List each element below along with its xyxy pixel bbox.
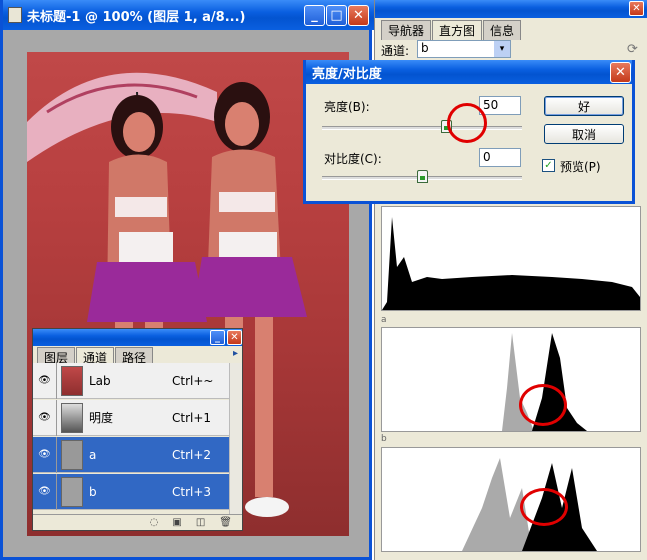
histogram-titlebar[interactable]: ✕ — [375, 0, 647, 18]
maximize-button[interactable]: □ — [326, 5, 347, 26]
minimize-button[interactable]: _ — [304, 5, 325, 26]
load-selection-icon[interactable]: ◌ — [150, 517, 159, 528]
chevron-down-icon[interactable]: ▾ — [494, 41, 510, 57]
dialog-titlebar[interactable]: 亮度/对比度 ✕ — [306, 60, 632, 84]
eye-icon[interactable]: 👁 — [33, 362, 57, 399]
highlight-circle — [447, 103, 487, 143]
contrast-input[interactable]: 0 — [479, 148, 521, 167]
channels-bottom-bar: ◌ ▣ ◫ 🗑 — [33, 514, 242, 530]
minimize-icon[interactable]: _ — [210, 330, 225, 345]
highlight-circle — [520, 488, 568, 526]
channels-panel: _ ✕ 图层 通道 路径 ▸ 👁 Lab Ctrl+~ 👁 明度 Ctrl+1 … — [32, 328, 243, 531]
channel-row-a[interactable]: 👁 a Ctrl+2 — [33, 436, 242, 473]
channels-scrollbar[interactable] — [229, 363, 242, 515]
new-channel-icon[interactable]: ◫ — [196, 517, 205, 528]
channel-row-lab[interactable]: 👁 Lab Ctrl+~ — [33, 362, 242, 399]
document-titlebar[interactable]: 未标题-1 @ 100% (图层 1, a/8...) _ □ ✕ — [3, 0, 375, 30]
channel-select[interactable]: b ▾ — [417, 40, 511, 58]
channel-name: a — [89, 447, 97, 462]
channel-name: b — [89, 484, 97, 499]
close-icon[interactable]: ✕ — [629, 1, 644, 16]
close-button[interactable]: ✕ — [348, 5, 369, 26]
cancel-button[interactable]: 取消 — [544, 124, 624, 144]
histogram-label-a: a — [381, 315, 387, 325]
channel-thumbnail — [61, 402, 83, 433]
eye-icon[interactable]: 👁 — [33, 399, 57, 436]
channels-titlebar[interactable]: _ ✕ — [33, 329, 242, 346]
photoshop-document-icon — [8, 7, 22, 23]
trash-icon[interactable]: 🗑 — [219, 517, 232, 528]
dialog-title: 亮度/对比度 — [312, 66, 382, 82]
channel-select-label: 通道: — [381, 44, 410, 58]
histogram-composite — [381, 206, 641, 311]
document-title: 未标题-1 @ 100% (图层 1, a/8...) — [27, 9, 246, 25]
dialog-close-button[interactable]: ✕ — [610, 62, 631, 83]
panel-menu-icon[interactable]: ▸ — [233, 348, 238, 359]
close-icon[interactable]: ✕ — [227, 330, 242, 345]
tab-info[interactable]: 信息 — [483, 20, 522, 40]
eye-icon[interactable]: 👁 — [33, 473, 57, 510]
histogram-tabs: 导航器 直方图 信息 — [381, 20, 522, 40]
contrast-slider-thumb[interactable] — [417, 170, 428, 183]
save-selection-icon[interactable]: ▣ — [172, 517, 181, 528]
histogram-label-b: b — [381, 434, 387, 444]
channel-name: 明度 — [89, 411, 114, 425]
histogram-a-channel — [381, 327, 641, 432]
channel-row-b[interactable]: 👁 b Ctrl+3 — [33, 473, 242, 510]
contrast-label: 对比度(C): — [324, 152, 382, 166]
highlight-circle — [519, 384, 567, 426]
refresh-icon[interactable]: ⟳ — [627, 42, 638, 57]
ok-button[interactable]: 好 — [544, 96, 624, 116]
preview-checkbox[interactable]: ✓ — [542, 159, 555, 172]
brightness-slider[interactable] — [322, 126, 522, 130]
channel-thumbnail — [61, 439, 83, 470]
channel-row-lightness[interactable]: 👁 明度 Ctrl+1 — [33, 399, 242, 436]
preview-label: 预览(P) — [560, 160, 601, 174]
brightness-input[interactable]: 50 — [479, 96, 521, 115]
tab-histogram[interactable]: 直方图 — [432, 20, 483, 40]
eye-icon[interactable]: 👁 — [33, 436, 57, 473]
channel-select-value: b — [421, 41, 429, 55]
channel-thumbnail — [61, 476, 83, 507]
channel-name: Lab — [89, 373, 111, 388]
tab-navigator[interactable]: 导航器 — [381, 20, 432, 40]
brightness-label: 亮度(B): — [324, 100, 370, 114]
histogram-b-channel — [381, 447, 641, 552]
channel-thumbnail — [61, 365, 83, 396]
